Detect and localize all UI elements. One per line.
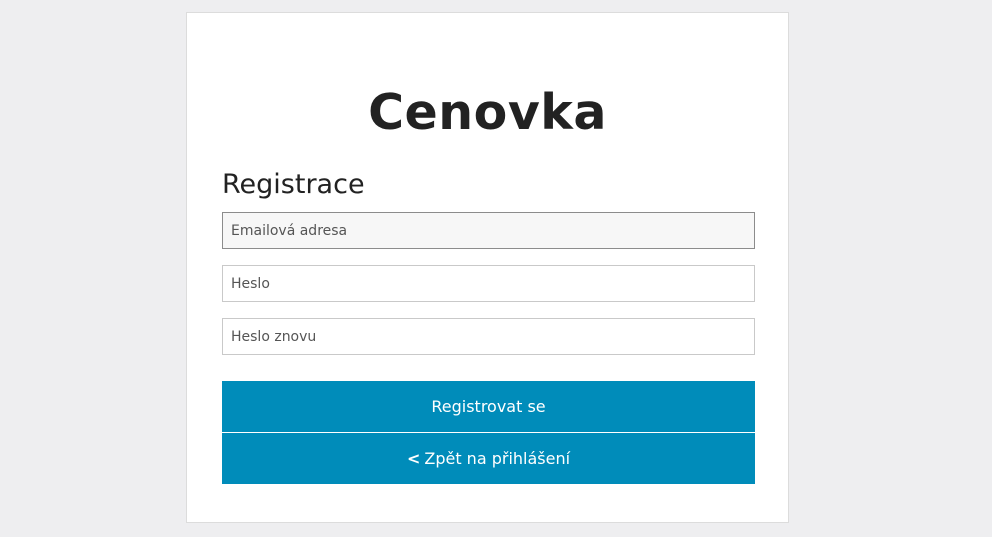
register-button-label: Registrovat se (431, 397, 546, 416)
register-button[interactable]: Registrovat se (222, 381, 755, 432)
email-field[interactable] (222, 212, 755, 249)
back-to-login-label: Zpět na přihlášení (424, 449, 571, 468)
form-heading: Registrace (222, 169, 365, 200)
registration-card: Cenovka Registrace Registrovat se <Zpět … (186, 12, 789, 523)
chevron-left-icon: < (406, 449, 421, 468)
app-title: Cenovka (368, 84, 607, 141)
back-to-login-button[interactable]: < Zpět na přihlášení (222, 433, 755, 484)
password-field[interactable] (222, 265, 755, 302)
password-repeat-field[interactable] (222, 318, 755, 355)
